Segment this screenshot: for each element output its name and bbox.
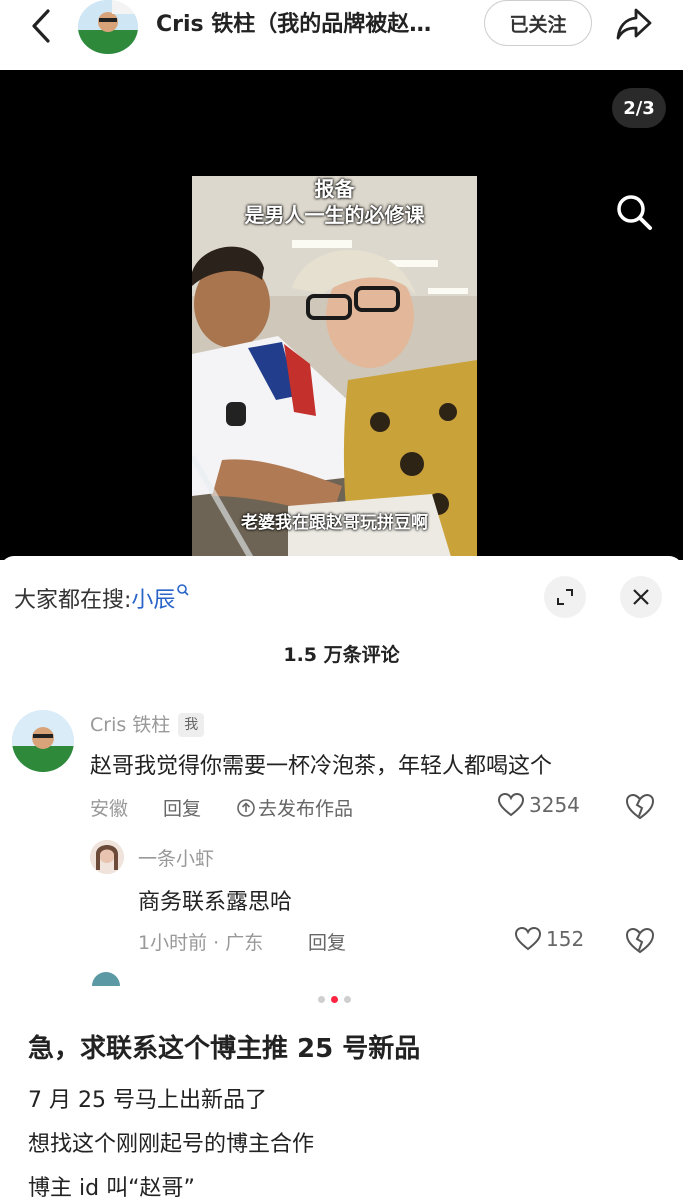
trending-prefix: 大家都在搜: <box>14 588 132 613</box>
comment-count: 1.5 万条评论 <box>283 644 400 666</box>
close-icon <box>633 589 649 605</box>
chevron-left-icon <box>32 9 50 43</box>
reply-like-count: 152 <box>546 927 585 951</box>
reply-avatar[interactable] <box>90 840 124 874</box>
commenter-username[interactable]: Cris 铁柱 <box>90 714 170 736</box>
media-viewer[interactable]: 2/3 报备 是男人一生的必修课 老婆我在跟赵哥玩拼豆啊 <box>0 70 683 560</box>
video-scene <box>192 176 477 560</box>
search-icon <box>617 195 652 230</box>
close-button[interactable] <box>620 576 662 618</box>
next-comment-avatar-peek <box>92 972 120 986</box>
broken-heart-icon <box>625 927 655 954</box>
publish-work-label: 去发布作品 <box>258 798 354 820</box>
author-avatar[interactable] <box>78 0 138 54</box>
expand-icon <box>557 589 573 605</box>
expand-button[interactable] <box>544 576 586 618</box>
dislike-button[interactable] <box>624 792 656 824</box>
broken-heart-icon <box>625 793 655 820</box>
heart-icon <box>497 792 525 817</box>
publish-work-button[interactable]: 去发布作品 <box>236 794 353 821</box>
caption-top-line2: 是男人一生的必修课 <box>244 203 425 227</box>
back-button[interactable] <box>22 6 62 46</box>
comment-text[interactable]: 赵哥我觉得你需要一杯冷泡茶，年轻人都喝这个 <box>90 748 552 780</box>
reply-meta: 1小时前 · 广东 <box>138 932 264 954</box>
carousel-dot-active <box>331 996 338 1003</box>
trending-search[interactable]: 大家都在搜:小辰 <box>14 582 190 614</box>
carousel-dot <box>318 996 325 1003</box>
search-small-icon <box>177 584 190 596</box>
share-button[interactable] <box>610 2 658 46</box>
post-title: 急，求联系这个博主推 25 号新品 <box>28 1034 421 1064</box>
post-body-line: 7 月 25 号马上出新品了 <box>28 1088 267 1113</box>
reply-button[interactable]: 回复 <box>163 794 201 821</box>
caption-top-line1: 报备 <box>314 177 355 201</box>
share-icon <box>616 8 652 40</box>
top-bar: Cris 铁柱（我的品牌被赵… 已关注 <box>0 0 683 70</box>
commenter-name[interactable]: Cris 铁柱我 <box>90 710 205 737</box>
upload-circle-icon <box>237 798 255 817</box>
trending-term[interactable]: 小辰 <box>131 588 175 613</box>
carousel-dot <box>344 996 351 1003</box>
author-name[interactable]: Cris 铁柱（我的品牌被赵… <box>156 8 466 42</box>
like-count: 3254 <box>529 793 580 817</box>
reply-text[interactable]: 商务联系露思哈 <box>138 884 292 916</box>
post-body-line: 博主 id 叫“赵哥” <box>28 1176 195 1200</box>
post-body-line: 想找这个刚刚起号的博主合作 <box>28 1132 315 1157</box>
video-caption-bottom: 老婆我在跟赵哥玩拼豆啊 <box>241 513 428 533</box>
me-badge: 我 <box>178 713 205 737</box>
commenter-avatar[interactable] <box>12 710 74 772</box>
reply-reply-button[interactable]: 回复 <box>308 928 346 955</box>
like-button[interactable]: 3254 <box>497 792 580 818</box>
heart-icon <box>514 926 542 951</box>
comment-location: 安徽 <box>90 798 129 820</box>
image-page-indicator: 2/3 <box>612 88 666 128</box>
reply-dislike-button[interactable] <box>624 926 656 958</box>
video-screenshot: 报备 是男人一生的必修课 老婆我在跟赵哥玩拼豆啊 <box>192 176 477 560</box>
image-search-button[interactable] <box>612 190 656 234</box>
comment-sheet: 大家都在搜:小辰 1.5 万条评论 Cris 铁柱我 赵哥我觉得你需要一杯冷泡茶… <box>0 556 683 986</box>
follow-button[interactable]: 已关注 <box>484 0 592 46</box>
reply-username[interactable]: 一条小虾 <box>138 844 214 871</box>
reply-like-button[interactable]: 152 <box>514 926 584 952</box>
video-caption-top: 报备 是男人一生的必修课 <box>192 176 477 228</box>
carousel-dots <box>318 996 351 1003</box>
